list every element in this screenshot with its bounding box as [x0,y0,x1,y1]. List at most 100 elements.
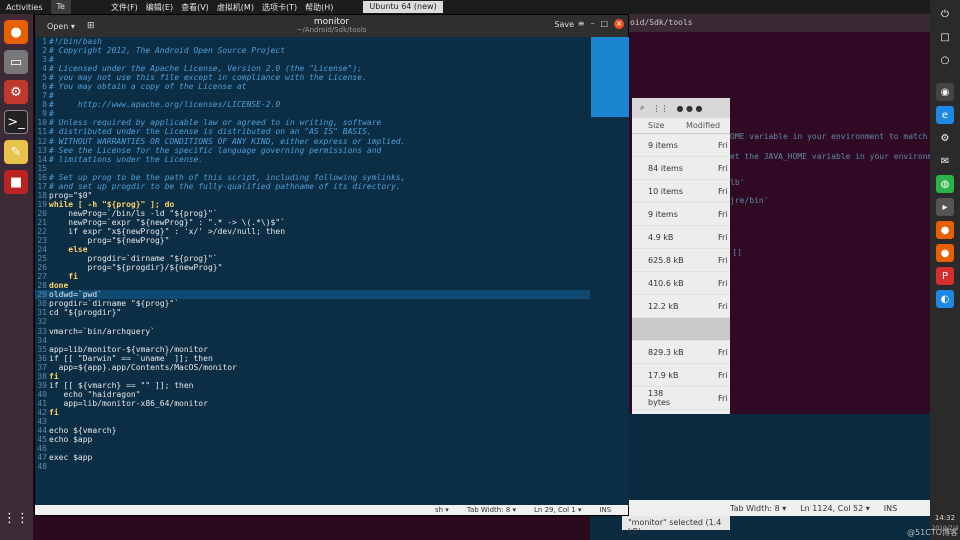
file-row[interactable]: 138 bytes Fri [632,387,730,410]
code-line[interactable]: 11 # distributed under the License is dis… [35,127,590,136]
code-line[interactable]: 20 newProg=`/bin/ls -ld "${prog}"` [35,209,590,218]
code-line[interactable]: 5 # you may not use this file except in c… [35,73,590,82]
code-line[interactable]: 41 app=lib/monitor-x86_64/monitor [35,399,590,408]
code-line[interactable]: 40 echo "haidragon" [35,390,590,399]
file-row[interactable]: 10 items Fri [632,180,730,203]
code-line[interactable]: 13 # See the License for the specific lan… [35,146,590,155]
code-line[interactable]: 35 app=lib/monitor-${vmarch}/monitor [35,345,590,354]
code-line[interactable]: 24 else [35,245,590,254]
code-line[interactable]: 26 prog="${progdir}/${newProg}" [35,263,590,272]
file-row[interactable]: 9 items Fri [632,134,730,157]
code-line[interactable]: 34 [35,336,590,345]
search-icon[interactable]: ⌕ [640,103,644,113]
minimap-viewport[interactable] [591,37,629,117]
file-row[interactable]: 829.3 kB Fri [632,341,730,364]
code-line[interactable]: 21 newProg=`expr "${newProg}" : ".* -> \… [35,218,590,227]
code-line[interactable]: 14 # limitations under the License. [35,155,590,164]
code-line[interactable]: 3 # [35,55,590,64]
code-line[interactable]: 7 # [35,91,590,100]
code-line[interactable]: 16 # Set up prog to be the path of this s… [35,173,590,182]
code-line[interactable]: 4 # Licensed under the Apache License, Ve… [35,64,590,73]
vm-tab[interactable]: Ubuntu 64 (new) [363,1,443,13]
code-line[interactable]: 22 if expr "x${newProg}" : 'x/' >/dev/nu… [35,227,590,236]
code-line[interactable]: 23 prog="${newProg}" [35,236,590,245]
menu-help[interactable]: 帮助(H) [305,2,333,13]
file-row[interactable]: 12.2 kB Fri [632,295,730,318]
code-line[interactable]: 1 #!/bin/bash [35,37,590,46]
code-line[interactable]: 48 [35,462,590,471]
code-line[interactable]: 36 if [[ "Darwin" == `uname` ]]; then [35,354,590,363]
stop-icon[interactable]: □ [936,28,954,46]
circle-icon[interactable]: ○ [936,51,954,69]
minimize-icon[interactable]: – [590,19,594,29]
file-row[interactable] [632,318,730,341]
software-icon[interactable]: ⚙ [4,80,28,104]
code-line[interactable]: 47 exec $app [35,453,590,462]
code-line[interactable]: 32 [35,317,590,326]
code-line[interactable]: 31 cd "${progdir}" [35,308,590,317]
firefox-icon[interactable]: ● [936,221,954,239]
tab-width-selector[interactable]: Tab Width: 8 ▾ [467,506,516,514]
code-line[interactable]: 2 # Copyright 2012, The Android Open Sour… [35,46,590,55]
code-line[interactable]: 19 while [ -h "${prog}" ]; do [35,200,590,209]
code-line[interactable]: 10 # Unless required by applicable law or… [35,118,590,127]
settings-icon[interactable]: ⚙ [936,129,954,147]
activities-button[interactable]: Activities [0,3,49,12]
record-icon[interactable]: ◉ [936,83,954,101]
browser-icon[interactable]: ◐ [936,290,954,308]
code-line[interactable]: 33 vmarch=`bin/archquery` [35,327,590,336]
code-line[interactable]: 46 [35,444,590,453]
code-line[interactable]: 8 # http://www.apache.org/licenses/LICENS… [35,100,590,109]
code-line[interactable]: 17 # and set up progdir to be the fully-q… [35,182,590,191]
terminal-icon[interactable]: ▸ [936,198,954,216]
app-icon[interactable]: ■ [4,170,28,194]
power-icon[interactable]: ⏻ [936,5,954,23]
menu-view[interactable]: 查看(V) [181,2,209,13]
firefox-icon[interactable]: ● [4,20,28,44]
files-icon[interactable]: ▭ [4,50,28,74]
menu-icon[interactable]: ≡ [578,19,585,29]
code-line[interactable]: 37 app=${app}.app/Contents/MacOS/monitor [35,363,590,372]
bg-position[interactable]: Ln 1124, Col 52 ▾ [800,504,870,513]
code-line[interactable]: 45 echo $app [35,435,590,444]
column-modified[interactable]: Modified [670,121,720,130]
firefox-icon[interactable]: ● [936,244,954,262]
code-line[interactable]: 18 prog="$0" [35,191,590,200]
code-line[interactable]: 9 # [35,109,590,118]
mail-icon[interactable]: ✉ [936,152,954,170]
file-row[interactable]: 9 items Fri [632,203,730,226]
terminal-icon[interactable]: >_ [4,110,28,134]
code-line[interactable]: 25 progdir=`dirname "${prog}"` [35,254,590,263]
taskbar-tab[interactable]: Te [50,0,71,14]
wechat-icon[interactable]: ◍ [936,175,954,193]
code-line[interactable]: 28 done [35,281,590,290]
file-row[interactable]: 84 items Fri [632,157,730,180]
code-view[interactable]: 1 #!/bin/bash 2 # Copyright 2012, The Andro… [35,37,590,507]
file-row[interactable]: 4.9 kB Fri [632,226,730,249]
code-line[interactable]: 42 fi [35,408,590,417]
window-controls[interactable]: ● ● ● [676,104,702,113]
text-editor-icon[interactable]: ✎ [4,140,28,164]
cursor-position[interactable]: Ln 29, Col 1 ▾ [534,506,581,514]
minimap[interactable] [591,37,629,507]
code-line[interactable]: 30 progdir=`dirname "${prog}"` [35,299,590,308]
file-row[interactable]: 625.8 kB Fri [632,249,730,272]
file-row[interactable]: 410.6 kB Fri [632,272,730,295]
grid-view-icon[interactable]: ⋮⋮ [652,104,668,113]
column-size[interactable]: Size [632,121,670,130]
file-row[interactable]: 17.9 kB Fri [632,364,730,387]
code-line[interactable]: 38 fi [35,372,590,381]
code-line[interactable]: 29 oldwd=`pwd` [35,290,590,300]
code-line[interactable]: 39 if [[ ${vmarch} == "" ]]; then [35,381,590,390]
code-line[interactable]: 27 fi [35,272,590,281]
language-selector[interactable]: sh ▾ [435,506,449,514]
menu-edit[interactable]: 编辑(E) [146,2,173,13]
code-line[interactable]: 6 # You may obtain a copy of the License … [35,82,590,91]
code-line[interactable]: 12 # WITHOUT WARRANTIES OR CONDITIONS OF … [35,137,590,146]
maximize-icon[interactable]: □ [600,19,608,29]
show-apps-icon[interactable]: ⋮⋮ [3,506,29,530]
bg-tab-width[interactable]: Tab Width: 8 ▾ [730,504,786,513]
menu-vm[interactable]: 虚拟机(M) [217,2,254,13]
code-line[interactable]: 15 [35,164,590,173]
menu-tab[interactable]: 选项卡(T) [262,2,297,13]
